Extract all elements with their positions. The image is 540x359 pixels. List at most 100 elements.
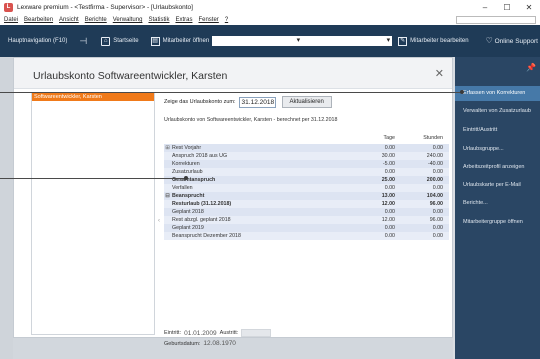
hauptnavigation-button[interactable]: Hauptnavigation (F10): [8, 38, 67, 44]
callout-line-top: [0, 92, 462, 93]
exit-label: Austritt:: [219, 330, 239, 336]
row-days: 25.00: [381, 177, 395, 183]
desktop-background-left: [0, 57, 13, 359]
table-row[interactable]: Korrekturen -5.00 -40.00: [164, 160, 449, 168]
table-row[interactable]: Rest abzgl. geplant 2018 12.00 96.00: [164, 216, 449, 224]
sidebar-item-urlaubskarte-email[interactable]: Urlaubskarte per E-Mail: [455, 178, 540, 193]
dialog-close-button[interactable]: ✕: [435, 67, 444, 80]
row-days: 0.00: [384, 145, 395, 151]
sidebar-item-arbeitszeitprofil[interactable]: Arbeitszeitprofil anzeigen: [455, 160, 540, 175]
callout-dot-top: [460, 90, 464, 94]
edit-employee-label: Mitarbeiter bearbeiten: [410, 38, 469, 44]
online-support-label: Online Support: [494, 38, 538, 45]
menu-extras[interactable]: Extras: [175, 17, 192, 23]
sidebar-item-erfassen-korrekturen[interactable]: Erfassen von Korrekturen: [455, 86, 540, 101]
table-row[interactable]: Geplant 2018 0.00 0.00: [164, 208, 449, 216]
sidebar-item-eintritt-austritt[interactable]: Eintritt/Austritt: [455, 123, 540, 138]
sidebar-item-urlaubsgruppe[interactable]: Urlaubsgruppe...: [455, 142, 540, 157]
table-row[interactable]: Geplant 2019 0.00 0.00: [164, 224, 449, 232]
row-days: 0.00: [384, 233, 395, 239]
row-label: Resturlaub (31.12.2018): [172, 201, 232, 207]
menu-bearbeiten[interactable]: Bearbeiten: [24, 17, 53, 23]
support-icon: ♡: [485, 36, 493, 45]
sidebar-item-zusatzurlaub[interactable]: Verwalten von Zusatzurlaub: [455, 104, 540, 119]
entry-value: 01.01.2009: [184, 329, 217, 337]
row-hours: 96.00: [429, 201, 443, 207]
menu-fenster[interactable]: Fenster: [198, 17, 218, 23]
row-days: 0.00: [384, 185, 395, 191]
home-icon: ⌂: [101, 36, 111, 46]
menu-verwaltung[interactable]: Verwaltung: [113, 17, 143, 23]
window-title: Lexware premium - <Testfirma - Superviso…: [17, 4, 193, 11]
account-subtitle: Urlaubskonto von Softwareentwickler, Kar…: [164, 117, 338, 123]
row-hours: 0.00: [432, 169, 443, 175]
row-days: 12.00: [381, 201, 395, 207]
expand-toggle-icon[interactable]: ⊞: [164, 145, 171, 151]
sidebar-item-mitarbeitergruppe[interactable]: Mitarbeitergruppe öffnen: [455, 215, 540, 230]
row-hours: 104.00: [426, 193, 443, 199]
exit-value-field: [241, 329, 272, 337]
row-days: 0.00: [384, 225, 395, 231]
window-controls: – ☐ ✕: [474, 0, 540, 15]
employee-dropdown[interactable]: [212, 36, 303, 46]
aktualisieren-button[interactable]: Aktualisieren: [281, 96, 332, 108]
employee-list-item[interactable]: Softwareentwickler, Karsten: [32, 93, 154, 101]
menu-help[interactable]: ?: [225, 17, 228, 23]
vacation-table: Tage Stunden ⊞ Rest Vorjahr 0.00 0.00 Anspru…: [164, 135, 449, 240]
pin-sidebar-icon[interactable]: 📌: [526, 63, 536, 72]
table-row[interactable]: Gesamtanspruch 25.00 200.00: [164, 176, 449, 184]
row-days: 30.00: [381, 153, 395, 159]
table-row[interactable]: Verfallen 0.00 0.00: [164, 184, 449, 192]
row-hours: 0.00: [432, 209, 443, 215]
column-header-tage: Tage: [383, 135, 396, 141]
date-input[interactable]: 31.12.2018: [238, 96, 276, 108]
lexware-app-icon: L: [4, 3, 13, 12]
menu-ansicht[interactable]: Ansicht: [59, 17, 79, 23]
row-label: Geplant 2018: [172, 209, 204, 215]
employee-search-input[interactable]: [302, 36, 393, 46]
account-content: Zeige das Urlaubskonto zum: 31.12.2018 A…: [164, 92, 449, 347]
table-header: Tage Stunden: [164, 135, 449, 144]
pin-icon[interactable]: ⊣: [79, 36, 87, 47]
menu-search-input[interactable]: [456, 16, 536, 24]
table-row[interactable]: ⊞ Rest Vorjahr 0.00 0.00: [164, 144, 449, 152]
splitter-handle[interactable]: ‹: [158, 218, 163, 228]
table-row[interactable]: ⊟ Beansprucht 13.00 104.00: [164, 192, 449, 200]
online-support-button[interactable]: ♡ Online Support: [486, 36, 538, 45]
minimize-button[interactable]: –: [474, 0, 496, 15]
sidebar-item-berichte[interactable]: Berichte...: [455, 196, 540, 211]
menu-berichte[interactable]: Berichte: [85, 17, 107, 23]
table-row[interactable]: Zusatzurlaub 0.00 0.00: [164, 168, 449, 176]
row-label: Gesamtanspruch: [172, 177, 216, 183]
entry-exit-row: Eintritt: 01.01.2009 Austritt:: [164, 329, 272, 337]
startseite-label: Startseite: [113, 38, 139, 44]
edit-employee-button[interactable]: ✎ Mitarbeiter bearbeiten: [398, 36, 469, 46]
close-window-button[interactable]: ✕: [518, 0, 540, 15]
row-hours: 96.00: [429, 217, 443, 223]
row-label: Korrekturen: [172, 161, 200, 167]
main-toolbar: Hauptnavigation (F10) ⊣ ⌂ Startseite ▤ M…: [0, 25, 540, 57]
row-days: 12.00: [381, 217, 395, 223]
menu-datei[interactable]: Datei: [4, 17, 18, 23]
row-label: Beansprucht Dezember 2018: [172, 233, 241, 239]
menu-bar: Datei Bearbeiten Ansicht Berichte Verwal…: [0, 15, 540, 25]
row-label: Rest Vorjahr: [172, 145, 202, 151]
menu-statistik[interactable]: Statistik: [148, 17, 169, 23]
row-hours: 0.00: [432, 225, 443, 231]
row-hours: 240.00: [426, 153, 443, 159]
startseite-button[interactable]: ⌂ Startseite: [101, 36, 139, 46]
table-row[interactable]: Beansprucht Dezember 2018 0.00 0.00: [164, 232, 449, 240]
date-label: Zeige das Urlaubskonto zum:: [164, 99, 236, 105]
row-hours: 0.00: [432, 145, 443, 151]
open-employee-icon: ▤: [150, 36, 160, 46]
open-employee-button[interactable]: ▤ Mitarbeiter öffnen: [150, 36, 209, 46]
row-days: -5.00: [382, 161, 395, 167]
row-days: 13.00: [381, 193, 395, 199]
row-label: Geplant 2019: [172, 225, 204, 231]
table-row[interactable]: Anspruch 2018 aus UG 30.00 240.00: [164, 152, 449, 160]
expand-toggle-icon[interactable]: ⊟: [164, 193, 171, 199]
table-row[interactable]: Resturlaub (31.12.2018) 12.00 96.00: [164, 200, 449, 208]
row-label: Anspruch 2018 aus UG: [172, 153, 228, 159]
maximize-button[interactable]: ☐: [496, 0, 518, 15]
row-days: 0.00: [384, 169, 395, 175]
